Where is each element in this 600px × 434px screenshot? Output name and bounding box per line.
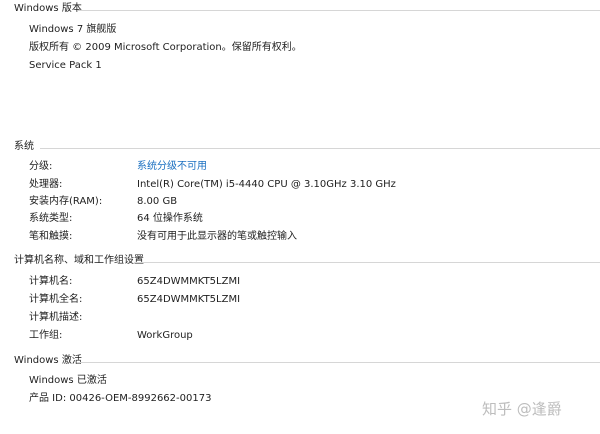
ram-value: 8.00 GB bbox=[137, 196, 178, 207]
rating-label: 分级: bbox=[29, 161, 53, 172]
computer-name-label: 计算机名: bbox=[29, 276, 73, 287]
system-type-value: 64 位操作系统 bbox=[137, 213, 203, 224]
system-properties-page: { "windows_edition": { "title": "Windows… bbox=[0, 0, 600, 434]
section-system: 系统 bbox=[0, 141, 600, 155]
section-divider bbox=[40, 148, 600, 149]
ram-label: 安装内存(RAM): bbox=[29, 196, 103, 207]
pen-touch-value: 没有可用于此显示器的笔或触控输入 bbox=[137, 231, 297, 242]
computer-description-label: 计算机描述: bbox=[29, 312, 83, 323]
product-id: 产品 ID: 00426-OEM-8992662-00173 bbox=[29, 393, 212, 404]
section-divider bbox=[78, 362, 600, 363]
section-title-computer-name: 计算机名称、域和工作组设置 bbox=[14, 255, 144, 266]
computer-name-value: 65Z4DWMMKT5LZMI bbox=[137, 276, 241, 287]
processor-label: 处理器: bbox=[29, 179, 63, 190]
section-divider bbox=[78, 10, 600, 11]
section-title-windows-edition: Windows 版本 bbox=[14, 3, 82, 14]
pen-touch-label: 笔和触摸: bbox=[29, 231, 73, 242]
system-type-label: 系统类型: bbox=[29, 213, 73, 224]
workgroup-label: 工作组: bbox=[29, 330, 63, 341]
section-windows-edition: Windows 版本 bbox=[0, 3, 600, 17]
processor-value: Intel(R) Core(TM) i5-4440 CPU @ 3.10GHz … bbox=[137, 179, 396, 190]
service-pack-text: Service Pack 1 bbox=[29, 60, 102, 71]
section-divider bbox=[134, 262, 600, 263]
section-computer-name: 计算机名称、域和工作组设置 bbox=[0, 255, 600, 269]
section-windows-activation: Windows 激活 bbox=[0, 355, 600, 369]
full-computer-name-value: 65Z4DWMMKT5LZMI bbox=[137, 294, 241, 305]
activation-status: Windows 已激活 bbox=[29, 375, 107, 386]
windows-edition-value: Windows 7 旗舰版 bbox=[29, 24, 117, 35]
workgroup-value: WorkGroup bbox=[137, 330, 193, 341]
section-title-system: 系统 bbox=[14, 141, 34, 152]
section-title-activation: Windows 激活 bbox=[14, 355, 82, 366]
copyright-text: 版权所有 © 2009 Microsoft Corporation。保留所有权利… bbox=[29, 42, 302, 53]
full-computer-name-label: 计算机全名: bbox=[29, 294, 83, 305]
zhihu-watermark: 知乎 @逢爵 bbox=[482, 400, 562, 418]
rating-link[interactable]: 系统分级不可用 bbox=[137, 161, 207, 173]
